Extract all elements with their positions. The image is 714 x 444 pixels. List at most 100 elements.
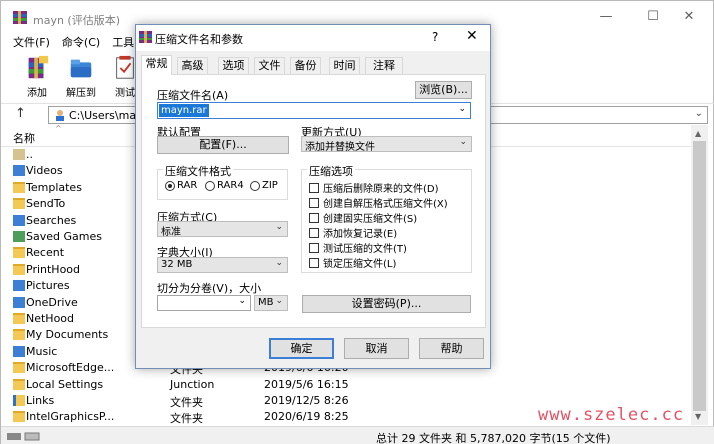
format-zip-radio[interactable]: ZIP: [250, 180, 278, 191]
column-name[interactable]: 名称: [13, 130, 35, 146]
watermark: www.szelec.cc: [538, 405, 685, 425]
dictionary-size-select[interactable]: 32 MB ⌄: [157, 257, 288, 273]
scroll-up-icon[interactable]: ▲: [695, 129, 701, 138]
option-solid-label: 创建固实压缩文件(S): [323, 214, 418, 225]
drive-status-icon: [7, 432, 40, 441]
archive-options-title: 压缩选项: [307, 163, 355, 179]
browse-button[interactable]: 浏览(B)...: [415, 81, 472, 99]
archive-options-group: 压缩选项 压缩后删除原来的文件(D) 创建自解压格式压缩文件(X) 创建固实压缩…: [301, 163, 472, 273]
winrar-app-icon: [13, 11, 27, 24]
scroll-thumb[interactable]: [693, 141, 706, 411]
menu-file[interactable]: 文件(F): [7, 34, 56, 52]
add-button[interactable]: 添加: [15, 53, 59, 99]
cancel-button[interactable]: 取消: [344, 338, 409, 359]
dialog-help-button[interactable]: ?: [432, 30, 438, 44]
dialog-title: 压缩文件名和参数: [155, 33, 243, 46]
file-name: SendTo: [26, 197, 66, 211]
archive-name-dropdown-chevron-icon[interactable]: ⌄: [458, 104, 466, 114]
folder-icon: [13, 345, 25, 357]
method-select[interactable]: 标准 ⌄: [157, 221, 288, 238]
update-mode-value: 添加并替换文件: [305, 142, 375, 153]
archive-format-group: 压缩文件格式 RAR RAR4 ZIP: [157, 163, 288, 200]
file-type: 文件夹: [170, 412, 203, 426]
dialog-title-bar: 压缩文件名和参数 ? ✕: [136, 25, 490, 51]
folder-icon: [13, 214, 25, 226]
split-size-field[interactable]: ⌄: [157, 295, 251, 311]
file-name: Local Settings: [26, 377, 104, 391]
format-rar4-radio[interactable]: RAR4: [205, 180, 244, 191]
tab-advanced[interactable]: 高级: [177, 57, 208, 74]
folder-icon: [13, 181, 25, 193]
tab-options[interactable]: 选项: [218, 57, 249, 74]
method-chevron-icon: ⌄: [275, 222, 283, 232]
vertical-scrollbar[interactable]: ▲ ▼: [691, 125, 708, 425]
split-unit-chevron-icon: ⌄: [275, 296, 283, 306]
option-sfx[interactable]: 创建自解压格式压缩文件(X): [309, 195, 448, 210]
archive-name-label: 压缩文件名(A): [157, 89, 229, 102]
folder-icon: [13, 395, 25, 406]
split-size-chevron-icon[interactable]: ⌄: [238, 296, 246, 306]
ok-button[interactable]: 确定: [269, 338, 334, 359]
file-name: Saved Games: [26, 230, 102, 243]
folder-icon: [13, 313, 25, 324]
menu-bar: 文件(F) 命令(C) 工具(S): [7, 34, 156, 52]
set-password-button[interactable]: 设置密码(P)...: [302, 295, 471, 313]
tab-comment[interactable]: 注释: [365, 57, 403, 74]
option-recovery-label: 添加恢复记录(E): [323, 229, 398, 240]
option-delete-after[interactable]: 压缩后删除原来的文件(D): [309, 180, 439, 195]
update-mode-select[interactable]: 添加并替换文件 ⌄: [301, 136, 472, 153]
option-solid-box: [309, 212, 319, 223]
dialog-help-bottom-button[interactable]: 帮助: [419, 338, 484, 359]
path-dropdown-chevron-icon[interactable]: ⌄: [695, 108, 703, 119]
file-name: Templates: [26, 180, 82, 194]
file-row[interactable]: Local Settings Junction 2019/5/6 16:15: [1, 377, 691, 393]
split-unit-select[interactable]: MB ⌄: [254, 295, 288, 311]
file-name: MicrosoftEdge...: [26, 361, 115, 375]
folder-icon: [13, 198, 25, 210]
close-button[interactable]: ✕: [677, 9, 701, 27]
file-name: Music: [26, 344, 58, 358]
format-rar-radio[interactable]: RAR: [165, 180, 197, 191]
folder-icon: [13, 329, 25, 341]
extract-to-label: 解压到: [66, 88, 96, 99]
split-unit-value: MB: [258, 297, 274, 308]
maximize-button[interactable]: ☐: [641, 9, 665, 27]
format-rar4-dot: [205, 180, 215, 191]
tab-backup[interactable]: 备份: [290, 57, 321, 74]
format-rar-dot: [165, 180, 175, 191]
option-lock-label: 锁定压缩文件(L): [323, 259, 397, 270]
folder-icon: [13, 165, 25, 177]
option-solid[interactable]: 创建固实压缩文件(S): [309, 210, 417, 225]
file-name: ..: [26, 148, 33, 161]
file-name: Links: [26, 394, 55, 407]
file-name: Searches: [26, 213, 77, 227]
file-date: 2020/6/19 8:25: [264, 410, 349, 424]
option-lock-box: [309, 257, 319, 268]
folder-icon: [13, 263, 25, 275]
file-type: 文件夹: [170, 396, 203, 409]
menu-commands[interactable]: 命令(C): [56, 34, 106, 52]
file-name: PrintHood: [26, 262, 81, 276]
profiles-button[interactable]: 配置(F)...: [157, 136, 289, 154]
tab-files[interactable]: 文件: [254, 57, 285, 74]
extract-to-button[interactable]: 解压到: [59, 53, 103, 99]
archive-name-field[interactable]: mayn.rar ⌄: [157, 102, 471, 119]
scroll-down-icon[interactable]: ▼: [695, 412, 701, 421]
add-label: 添加: [27, 88, 47, 99]
option-lock[interactable]: 锁定压缩文件(L): [309, 255, 396, 270]
tab-general[interactable]: 常规: [141, 55, 172, 75]
file-name: Recent: [26, 246, 65, 260]
option-delete-after-label: 压缩后删除原来的文件(D): [323, 184, 439, 195]
file-name: Pictures: [26, 279, 70, 293]
file-date: 2019/12/5 8:26: [264, 394, 349, 407]
minimize-button[interactable]: —: [594, 9, 618, 27]
dialog-close-button[interactable]: ✕: [466, 28, 478, 44]
tab-time[interactable]: 时间: [329, 57, 360, 74]
option-test[interactable]: 测试压缩的文件(T): [309, 240, 407, 255]
up-folder-button[interactable]: ↑: [15, 106, 26, 121]
folder-icon: [13, 378, 25, 390]
archive-name-value: mayn.rar: [159, 104, 209, 117]
archive-name-dialog: 压缩文件名和参数 ? ✕ 常规 高级 选项 文件 备份 时间 注释 压缩文件名(…: [135, 24, 491, 369]
archive-format-title: 压缩文件格式: [163, 163, 233, 179]
option-recovery[interactable]: 添加恢复记录(E): [309, 225, 397, 240]
